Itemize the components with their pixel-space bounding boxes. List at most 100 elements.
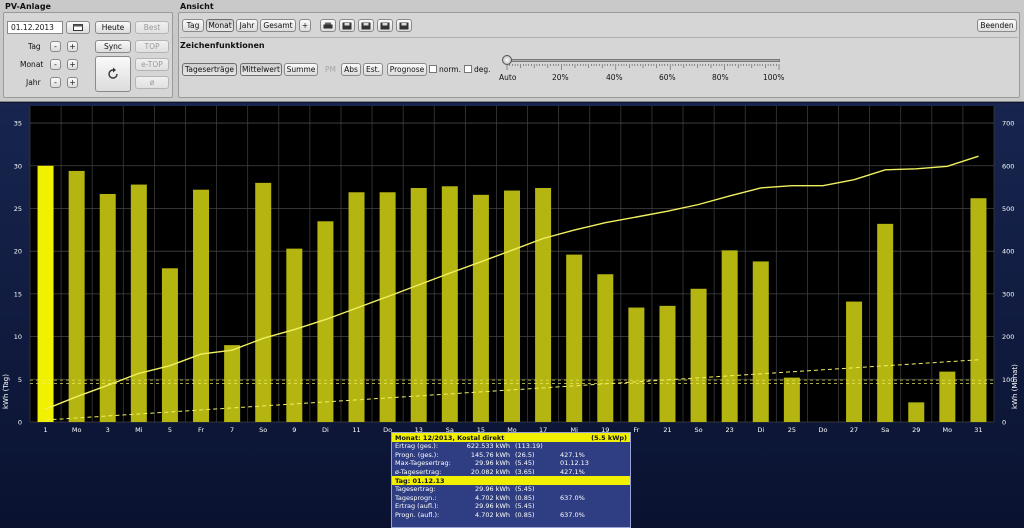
bar-day-Fr[interactable] [628, 307, 645, 422]
month-kwp: (5.5 kWp) [591, 433, 627, 442]
x-tick-label: 5 [168, 426, 172, 434]
x-tick-label: Di [322, 426, 329, 434]
norm-checkbox[interactable] [429, 65, 437, 73]
ansicht-divider [180, 37, 1018, 38]
bar-day-So[interactable] [690, 288, 707, 422]
bar-day-Fr[interactable] [193, 189, 210, 422]
tab-gesamt[interactable]: Gesamt [260, 19, 296, 32]
bar-day-So[interactable] [255, 182, 272, 422]
info-row: Ertrag (aufl.): 29.96 kWh (5.45) [392, 502, 630, 511]
refresh-icon [108, 67, 118, 79]
slider-label-80: 80% [712, 73, 729, 82]
calendar-button[interactable] [66, 21, 90, 34]
date-input[interactable]: 01.12.2013 [7, 21, 63, 34]
bar-day-Mo[interactable] [939, 371, 956, 422]
bar-day-13[interactable] [410, 187, 427, 422]
tab-jahr[interactable]: Jahr [236, 19, 258, 32]
e-top-button[interactable]: e-TOP [135, 58, 169, 71]
y-tick-label: 35 [14, 120, 22, 128]
info-paren: (113.19) [515, 442, 543, 451]
add-view-button[interactable]: + [299, 19, 311, 32]
bar-day-Do[interactable] [379, 192, 396, 422]
tagesertraege-button[interactable]: Tageserträge [182, 63, 237, 76]
info-value: 4.702 kWh [475, 510, 510, 519]
bar-day-Sa[interactable] [877, 223, 894, 422]
prognose-button[interactable]: Prognose [387, 63, 427, 76]
heute-button[interactable]: Heute [95, 21, 131, 34]
info-value: 622.533 kWh [466, 442, 510, 451]
jahr-minus-button[interactable]: - [50, 77, 61, 88]
top-button[interactable]: TOP [135, 40, 169, 53]
zoom-slider-track[interactable] [506, 59, 780, 62]
jahr-plus-button[interactable]: + [67, 77, 78, 88]
info-extra: 637.0% [560, 493, 585, 502]
info-label: Ertrag (ges.): [395, 442, 439, 451]
bar-day-31[interactable] [970, 198, 987, 422]
info-extra: 01.12.13 [560, 459, 589, 468]
x-tick-label: Mo [72, 426, 82, 434]
bar-day-21[interactable] [659, 305, 676, 422]
export-button-2[interactable] [358, 19, 374, 32]
bar-day-9[interactable] [286, 248, 303, 422]
zoom-slider-ticks [506, 64, 780, 70]
tab-monat[interactable]: Monat [206, 19, 234, 32]
monat-plus-button[interactable]: + [67, 59, 78, 70]
monat-label: Monat [20, 60, 44, 69]
x-tick-label: 29 [912, 426, 920, 434]
export-button-3[interactable] [377, 19, 393, 32]
tag-minus-button[interactable]: - [50, 41, 61, 52]
bar-day-11[interactable] [348, 192, 365, 422]
bar-day-15[interactable] [472, 194, 489, 422]
info-value: 20.082 kWh [470, 467, 510, 476]
x-tick-label: Fr [198, 426, 204, 434]
info-paren: (5.45) [515, 459, 535, 468]
x-tick-label: Di [757, 426, 764, 434]
beenden-button[interactable]: Beenden [977, 19, 1017, 32]
tab-tag[interactable]: Tag [182, 19, 204, 32]
x-tick-label: 9 [292, 426, 296, 434]
bar-day-19[interactable] [597, 274, 614, 422]
info-paren: (3.65) [515, 467, 535, 476]
export-button-4[interactable] [396, 19, 412, 32]
bar-day-1[interactable] [37, 165, 54, 422]
deg-checkbox[interactable] [464, 65, 472, 73]
bar-day-5[interactable] [161, 268, 178, 422]
info-row: Max-Tagesertrag: 29.96 kWh (5.45) 01.12.13 [392, 459, 630, 468]
bar-day-29[interactable] [908, 402, 925, 422]
monat-minus-button[interactable]: - [50, 59, 61, 70]
bar-day-Di[interactable] [752, 261, 769, 422]
y2-tick-label: 0 [1002, 419, 1006, 427]
y-tick-label: 30 [14, 162, 22, 170]
bar-day-Mi[interactable] [130, 184, 147, 422]
x-tick-label: So [695, 426, 703, 434]
refresh-button[interactable] [95, 56, 131, 92]
y2-axis-label: kWh (Monat) [1011, 364, 1019, 409]
tag-plus-button[interactable]: + [67, 41, 78, 52]
x-tick-label: Fr [633, 426, 639, 434]
x-tick-label: 1 [43, 426, 47, 434]
export-button-1[interactable] [339, 19, 355, 32]
print-button[interactable] [320, 19, 336, 32]
bar-day-17[interactable] [535, 187, 552, 422]
bar-day-27[interactable] [846, 301, 863, 422]
bar-day-25[interactable] [783, 377, 800, 422]
mittelwert-button[interactable]: Mittelwert [240, 63, 282, 76]
bar-day-Mo[interactable] [504, 190, 520, 422]
slider-label-20: 20% [552, 73, 569, 82]
bar-day-23[interactable] [721, 250, 738, 422]
average-button[interactable]: ø [135, 76, 169, 89]
x-tick-label: Sa [881, 426, 889, 434]
bar-day-Sa[interactable] [441, 186, 458, 422]
summe-button[interactable]: Summe [284, 63, 318, 76]
bar-day-7[interactable] [224, 345, 241, 422]
info-extra: 427.1% [560, 450, 585, 459]
bar-day-Mi[interactable] [566, 254, 583, 422]
bar-day-Mo[interactable] [68, 170, 85, 422]
info-value: 29.96 kWh [475, 459, 510, 468]
sync-button[interactable]: Sync [95, 40, 131, 53]
x-tick-label: 21 [663, 426, 671, 434]
abs-button[interactable]: Abs [341, 63, 361, 76]
best-button[interactable]: Best [135, 21, 169, 34]
est-button[interactable]: Est. [363, 63, 383, 76]
info-value: 145.76 kWh [470, 450, 510, 459]
